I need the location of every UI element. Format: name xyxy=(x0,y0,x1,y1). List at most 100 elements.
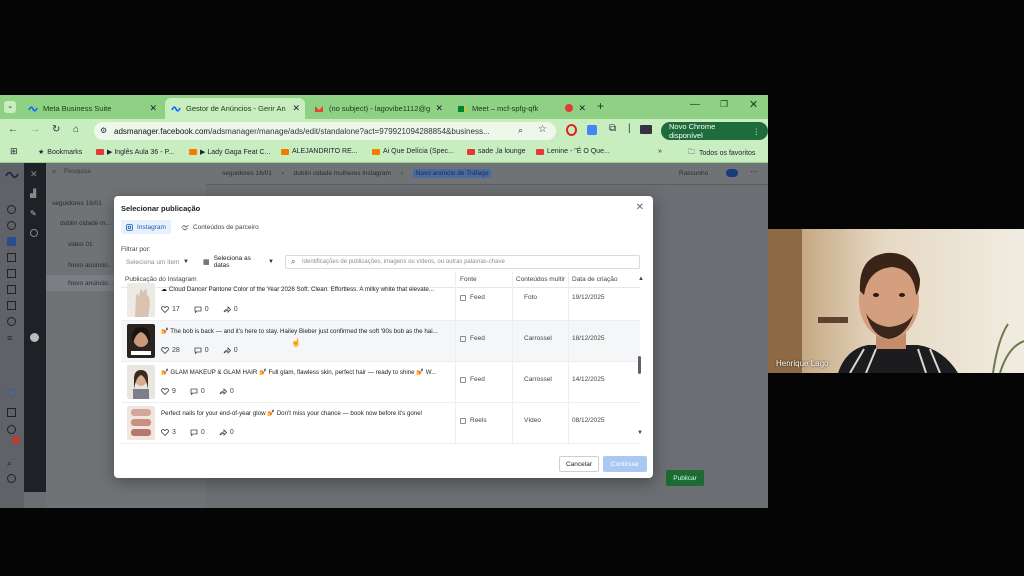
tree-item-adset[interactable]: dublin cidade m... xyxy=(60,220,111,227)
tab-search-button[interactable]: ⌄ xyxy=(4,101,16,113)
help-icon[interactable] xyxy=(7,388,16,397)
continue-button[interactable]: Continuar xyxy=(603,456,647,472)
back-icon[interactable]: ← xyxy=(8,124,18,135)
breadcrumb-adset[interactable]: dublin cidade mulheres instagram xyxy=(294,170,391,177)
caret-down-icon: ▼ xyxy=(183,259,189,265)
table-row[interactable]: Perfect nails for your end-of-year glow … xyxy=(121,403,640,444)
audiences-icon[interactable] xyxy=(7,253,16,262)
close-window-icon[interactable]: ✕ xyxy=(749,98,758,111)
bookmarks-overflow-icon[interactable]: » xyxy=(658,148,662,155)
likes-count: 28 xyxy=(172,347,180,354)
overview-icon[interactable] xyxy=(7,221,16,230)
source-cell: Reels xyxy=(460,417,487,424)
tree-search-input[interactable]: Pesquisa xyxy=(64,168,91,175)
breadcrumb-separator: › xyxy=(281,170,284,177)
bookmarks-bar: ⊞ ★ Bookmarks ▶ Inglês Aula 36 - P... ▶ L… xyxy=(0,143,768,163)
tree-item-ad[interactable]: video 01 xyxy=(68,241,93,248)
profile-icon[interactable] xyxy=(640,125,652,134)
account-icon[interactable] xyxy=(7,205,16,214)
tab-ads-manager[interactable]: Gestor de Anúncios - Gerir Anú ✕ xyxy=(165,98,305,119)
table-row[interactable]: ☁ Cloud Dancer Pantone Color of the Year… xyxy=(121,280,640,321)
tree-item-ad[interactable]: Novo anúncio... xyxy=(68,262,113,269)
breadcrumb-ad[interactable]: Novo anúncio de Tráfego xyxy=(412,169,492,178)
bookmark-item[interactable]: ALEJANDRITO RE... xyxy=(281,148,358,155)
profile-avatar-icon[interactable] xyxy=(7,474,16,483)
tab-partner-content[interactable]: Conteúdos de parceiro xyxy=(176,220,264,234)
shares-count: 0 xyxy=(233,347,238,354)
post-search-input[interactable]: ⌕ Identificações de publicações, imagens… xyxy=(285,255,640,269)
table-row[interactable]: 💅 The bob is back — and it's here to sta… xyxy=(121,321,640,362)
search-icon[interactable]: ⌕ xyxy=(7,458,12,469)
tree-item-ad-selected[interactable]: Novo anúncio... xyxy=(68,280,113,287)
toggle-switch[interactable] xyxy=(726,169,738,177)
filter-date-select[interactable]: ▦ Seleciona as datas ▼ xyxy=(198,255,279,269)
meta-logo-icon[interactable] xyxy=(5,171,19,179)
url-path: /adsmanager/manage/ads/edit/standalone?a… xyxy=(210,126,490,136)
source-value: Feed xyxy=(470,376,485,383)
users-icon[interactable] xyxy=(7,317,16,326)
billing-icon[interactable] xyxy=(7,285,16,294)
publish-button[interactable]: Publicar xyxy=(666,470,704,486)
close-tab-icon[interactable]: ✕ xyxy=(149,103,157,114)
post-caption: 💅 The bob is back — and it's here to sta… xyxy=(161,328,438,335)
comment-icon xyxy=(190,429,198,436)
close-editor-icon[interactable]: ✕ xyxy=(30,169,38,180)
scroll-down-icon[interactable]: ▼ xyxy=(637,430,643,436)
reports-icon[interactable] xyxy=(7,408,16,417)
apps-icon[interactable]: ⊞ xyxy=(10,146,18,157)
source-value: Feed xyxy=(470,335,485,342)
more-vertical-icon: ⋮ xyxy=(752,126,761,136)
new-tab-icon[interactable]: + xyxy=(597,99,604,113)
cancel-button[interactable]: Cancelar xyxy=(559,456,599,472)
table-row[interactable]: 💅 GLAM MAKEUP & GLAM HAIR 💅 Full glam, f… xyxy=(121,362,640,403)
address-bar[interactable]: ⚙ adsmanager.facebook.com /adsmanager/ma… xyxy=(94,122,556,140)
events-icon[interactable] xyxy=(7,301,16,310)
history-icon[interactable] xyxy=(30,229,38,237)
settings-icon[interactable] xyxy=(7,425,16,434)
close-tab-icon[interactable]: ✕ xyxy=(292,103,300,114)
post-caption: Perfect nails for your end-of-year glow … xyxy=(161,410,423,417)
more-options-icon[interactable]: ⋯ xyxy=(750,167,758,176)
breadcrumb-campaign[interactable]: seguidores 16/01 xyxy=(222,170,272,177)
table-scrollbar[interactable] xyxy=(638,356,641,374)
translate-icon[interactable] xyxy=(587,125,597,135)
chrome-update-button[interactable]: Novo Chrome disponível ⋮ xyxy=(661,122,768,140)
close-tab-icon[interactable]: ✕ xyxy=(435,103,443,114)
tab-instagram[interactable]: Instagram xyxy=(121,220,171,234)
tab-meet[interactable]: Meet – mcf-spfg-qfk ✕ xyxy=(451,98,591,119)
minimize-icon[interactable]: — xyxy=(690,99,700,110)
forward-icon[interactable]: → xyxy=(30,124,40,135)
chart-icon[interactable]: ▟ xyxy=(30,189,36,198)
filter-label: Filtrar por: xyxy=(121,246,151,253)
url-host: adsmanager.facebook.com xyxy=(114,126,211,136)
campaigns-icon[interactable] xyxy=(7,237,16,246)
bookmark-star-icon[interactable]: ☆ xyxy=(538,124,547,135)
tab-gmail[interactable]: (no subject) - lagovibe1112@g ✕ xyxy=(308,98,448,119)
ads-reporting-icon[interactable] xyxy=(7,269,16,278)
close-tab-icon[interactable]: ✕ xyxy=(578,103,586,114)
zoom-icon[interactable]: ⌕ xyxy=(518,125,523,136)
all-bookmarks[interactable]: 🗀 Todos os favoritos xyxy=(688,148,755,159)
site-info-icon[interactable]: ⚙ xyxy=(100,126,107,135)
restore-icon[interactable]: ❐ xyxy=(720,99,728,110)
tab-meta-business-suite[interactable]: Meta Business Suite ✕ xyxy=(22,98,162,119)
opera-icon[interactable] xyxy=(566,124,577,136)
bookmark-item[interactable]: Ai Que Delícia (Spec... xyxy=(372,148,454,155)
close-icon[interactable]: ✕ xyxy=(636,202,644,213)
bookmark-item[interactable]: sade ,la lounge xyxy=(467,148,525,155)
edit-icon[interactable]: ✎ xyxy=(30,209,37,218)
bookmark-item[interactable]: ▶ Lady Gaga Feat C... xyxy=(189,148,270,156)
bookmark-item[interactable]: ★ Bookmarks xyxy=(38,148,82,157)
feed-icon xyxy=(460,294,466,301)
shares-count: 0 xyxy=(229,429,234,436)
filter-item-select[interactable]: Seleciona um item ▼ xyxy=(121,255,194,269)
tree-item-campaign[interactable]: seguidores 16/01 xyxy=(52,200,102,207)
home-icon[interactable]: ⌂ xyxy=(73,124,79,135)
info-icon[interactable] xyxy=(30,333,39,342)
bookmark-item[interactable]: Lenine - "É O Que... xyxy=(536,148,610,155)
bookmark-item[interactable]: ▶ Inglês Aula 36 - P... xyxy=(96,148,174,156)
column-divider xyxy=(455,272,456,444)
extensions-icon[interactable]: ⧉ xyxy=(609,123,616,134)
more-tools-icon[interactable]: ≡ xyxy=(7,333,12,343)
reload-icon[interactable]: ↻ xyxy=(52,124,60,135)
